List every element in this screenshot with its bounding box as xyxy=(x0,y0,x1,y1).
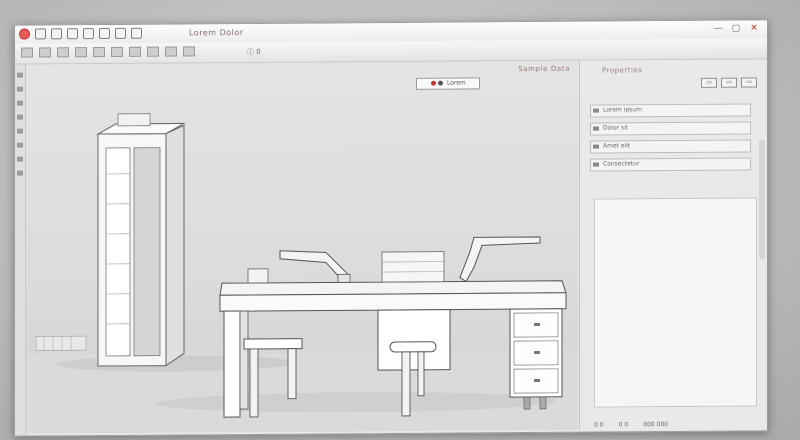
panel-controls: ▭ ▭ ▭ xyxy=(701,77,757,88)
panel-control-button[interactable]: ▭ xyxy=(701,77,717,88)
monitor-screen: Lorem Dolor — ▢ ✕ ⓘ 0 Sample Data Lorem … xyxy=(0,0,800,440)
save-icon[interactable] xyxy=(67,28,78,40)
open-folder-icon[interactable] xyxy=(51,28,62,40)
desk-lamp-right xyxy=(459,236,541,283)
window-title: Lorem Dolor xyxy=(189,28,244,38)
left-tool-strip xyxy=(15,64,26,436)
panel-row[interactable]: Dolor sit xyxy=(590,121,751,136)
redo-icon[interactable] xyxy=(99,27,110,40)
footer-value: 0 0 xyxy=(594,421,604,429)
undo-icon[interactable] xyxy=(83,28,94,40)
panel-row-label: Dolor sit xyxy=(603,124,629,132)
window-controls: — ▢ ✕ xyxy=(713,23,759,33)
row-icon xyxy=(593,162,599,167)
toolbar-icons xyxy=(21,46,195,58)
panel-control-button[interactable]: ▭ xyxy=(721,77,737,88)
draw-tool-icon[interactable] xyxy=(93,46,105,58)
select-tool-icon[interactable] xyxy=(21,47,33,58)
print-icon[interactable] xyxy=(115,27,126,39)
quick-access-toolbar xyxy=(19,27,142,40)
row-icon xyxy=(593,108,599,113)
app-logo-icon[interactable] xyxy=(19,28,30,40)
tool-icon[interactable] xyxy=(17,128,23,134)
toolbar-status-label: ⓘ 0 xyxy=(247,47,261,57)
tool-icon[interactable] xyxy=(17,142,23,148)
new-file-icon[interactable] xyxy=(35,28,46,40)
footer-value: 000 000 xyxy=(643,421,669,429)
row-icon xyxy=(593,144,599,149)
tool-icon[interactable] xyxy=(17,86,23,92)
tall-cabinet xyxy=(96,113,186,367)
pan-tool-icon[interactable] xyxy=(165,46,177,57)
3d-viewport[interactable]: Sample Data Lorem xyxy=(26,60,578,434)
panel-row-label: Lorem ipsum xyxy=(603,106,642,114)
panel-scrollbar[interactable] xyxy=(759,139,765,260)
panel-row[interactable]: Amet elit xyxy=(590,139,751,154)
orbit-tool-icon[interactable] xyxy=(129,46,141,57)
minimize-button[interactable]: — xyxy=(713,24,723,34)
model-scene xyxy=(26,113,578,434)
panel-content-area xyxy=(594,197,757,408)
tool-icon[interactable] xyxy=(17,72,23,78)
panel-footer: 0 0 0 0 000 000 xyxy=(594,410,757,429)
panel-control-button[interactable]: ▭ xyxy=(741,77,757,88)
row-icon xyxy=(593,126,599,131)
rotate-tool-icon[interactable] xyxy=(57,47,69,58)
floor-grid-object xyxy=(35,335,87,351)
panel-row[interactable]: Lorem ipsum xyxy=(590,103,751,118)
panel-header: Properties ▭ ▭ ▭ xyxy=(584,63,763,88)
move-tool-icon[interactable] xyxy=(39,47,51,58)
scale-tool-icon[interactable] xyxy=(75,47,87,58)
tool-icon[interactable] xyxy=(17,170,23,176)
section-tool-icon[interactable] xyxy=(183,46,195,57)
settings-icon[interactable] xyxy=(131,27,142,39)
panel-row[interactable]: Consectetur xyxy=(590,157,751,172)
maximize-button[interactable]: ▢ xyxy=(731,24,741,34)
properties-panel: Properties ▭ ▭ ▭ Lorem ipsum Dolor sit A… xyxy=(579,59,767,430)
desk-lamp-left xyxy=(279,250,351,284)
tool-icon[interactable] xyxy=(17,114,23,120)
app-window: Lorem Dolor — ▢ ✕ ⓘ 0 Sample Data Lorem … xyxy=(14,19,768,437)
panel-row-label: Amet elit xyxy=(603,142,631,150)
zoom-tool-icon[interactable] xyxy=(147,46,159,57)
panel-heading: Properties xyxy=(602,66,643,75)
measure-tool-icon[interactable] xyxy=(111,46,123,57)
tool-icon[interactable] xyxy=(17,156,23,162)
panel-row-label: Consectetur xyxy=(603,160,640,168)
tool-icon[interactable] xyxy=(17,100,23,106)
footer-value: 0 0 xyxy=(618,421,629,429)
close-button[interactable]: ✕ xyxy=(749,23,759,33)
